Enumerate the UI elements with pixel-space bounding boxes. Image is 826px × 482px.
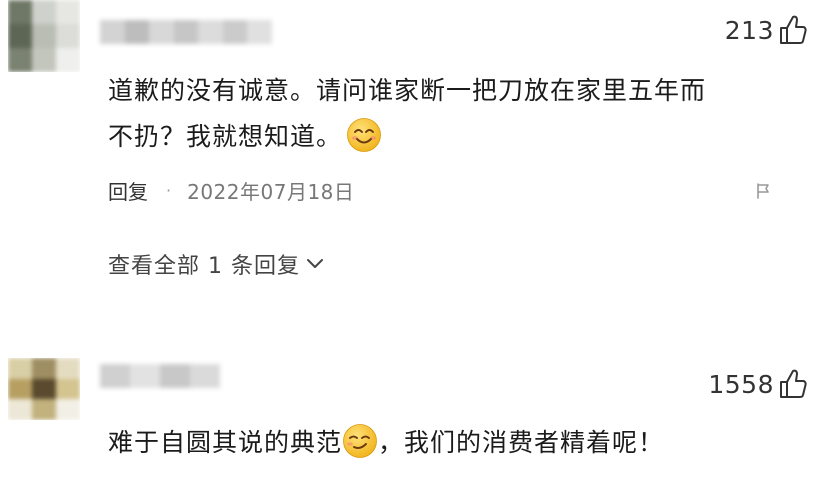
comment-date: 2022年07月18日 <box>187 180 355 204</box>
reply-button[interactable]: 回复 <box>108 176 148 205</box>
comment-text-fragment: 不扔？我就想知道。 <box>108 122 343 151</box>
comment-text-fragment: 难于自圆其说的典范 <box>108 428 343 457</box>
username-blurred[interactable] <box>100 364 220 388</box>
avatar[interactable] <box>8 0 80 72</box>
comment-meta: 回复 · 2022年07月18日 <box>108 176 354 205</box>
comment-item: 213 道歉的没有诚意。请问谁家断一把刀放在家里五年而 不扔？我就想知道。 回复… <box>0 0 826 320</box>
comment-text-line: 不扔？我就想知道。 <box>108 114 768 160</box>
like-count: 1558 <box>708 370 774 399</box>
comment-text-line: 道歉的没有诚意。请问谁家断一把刀放在家里五年而 <box>108 76 707 105</box>
avatar-mosaic <box>8 358 80 420</box>
comment-text: 道歉的没有诚意。请问谁家断一把刀放在家里五年而 不扔？我就想知道。 <box>108 68 768 160</box>
report-flag-icon[interactable] <box>754 182 772 200</box>
view-all-replies-label: 查看全部 1 条回复 <box>108 254 300 279</box>
username-blurred[interactable] <box>100 20 273 44</box>
avatar-mosaic <box>8 0 80 72</box>
smirking-face-emoji <box>343 424 377 458</box>
like-count: 213 <box>724 16 774 45</box>
avatar[interactable] <box>8 358 80 420</box>
view-all-replies-button[interactable]: 查看全部 1 条回复 <box>108 248 324 280</box>
smiling-face-emoji <box>347 118 381 152</box>
separator-dot: · <box>166 181 172 200</box>
comment-text-fragment: ，我们的消费者精着呢！ <box>378 428 665 457</box>
comment-text: 难于自圆其说的典范 ，我们的消费者精着呢！ <box>108 420 768 466</box>
thumbs-up-icon[interactable] <box>778 14 808 46</box>
thumbs-up-icon[interactable] <box>778 368 808 400</box>
chevron-down-icon <box>306 259 323 268</box>
comment-item: 1558 难于自圆其说的典范 ，我们的消费者精着呢！ <box>0 340 826 482</box>
